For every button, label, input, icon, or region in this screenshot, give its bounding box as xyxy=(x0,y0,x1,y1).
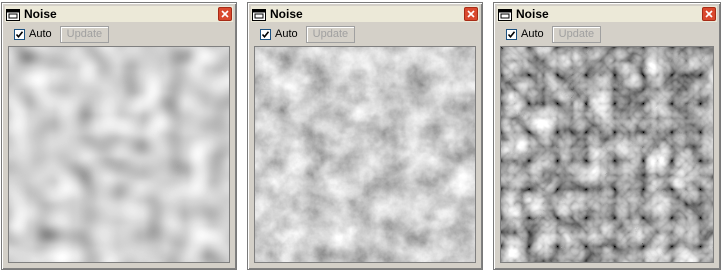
title-bar[interactable]: Noise xyxy=(5,6,233,22)
noise-preview xyxy=(8,46,230,263)
window-title: Noise xyxy=(270,7,303,21)
auto-checkbox[interactable] xyxy=(14,28,25,40)
toolbar: Auto Update xyxy=(5,24,233,44)
app-window-icon xyxy=(6,8,20,21)
noise-window-smooth: Noise Auto Update xyxy=(1,2,237,270)
app-window-icon xyxy=(252,8,266,21)
close-icon xyxy=(705,10,713,18)
app-window-icon xyxy=(498,8,512,21)
window-title: Noise xyxy=(516,7,549,21)
auto-label: Auto xyxy=(29,28,52,40)
toolbar: Auto Update xyxy=(251,24,479,44)
desktop: Noise Auto Update Noise Auto Update Nois… xyxy=(0,0,721,273)
noise-window-turbulence: Noise Auto Update xyxy=(493,2,721,270)
auto-checkbox[interactable] xyxy=(506,28,517,40)
title-bar[interactable]: Noise xyxy=(251,6,479,22)
close-button[interactable] xyxy=(464,7,478,21)
window-title: Noise xyxy=(24,7,57,21)
noise-preview-image xyxy=(255,47,475,262)
checkmark-icon xyxy=(507,30,516,38)
close-button[interactable] xyxy=(702,7,716,21)
title-bar[interactable]: Noise xyxy=(497,6,717,22)
close-icon xyxy=(467,10,475,18)
close-button[interactable] xyxy=(218,7,232,21)
auto-checkbox[interactable] xyxy=(260,28,271,40)
toolbar: Auto Update xyxy=(497,24,717,44)
noise-preview-image xyxy=(501,47,713,262)
noise-window-fractal: Noise Auto Update xyxy=(247,2,483,270)
noise-preview xyxy=(500,46,714,263)
checkmark-icon xyxy=(261,30,270,38)
update-button[interactable]: Update xyxy=(551,25,602,43)
update-button[interactable]: Update xyxy=(305,25,356,43)
auto-label: Auto xyxy=(521,28,544,40)
noise-preview-image xyxy=(9,47,229,262)
close-icon xyxy=(221,10,229,18)
checkmark-icon xyxy=(15,30,24,38)
update-button[interactable]: Update xyxy=(59,25,110,43)
noise-preview xyxy=(254,46,476,263)
auto-label: Auto xyxy=(275,28,298,40)
